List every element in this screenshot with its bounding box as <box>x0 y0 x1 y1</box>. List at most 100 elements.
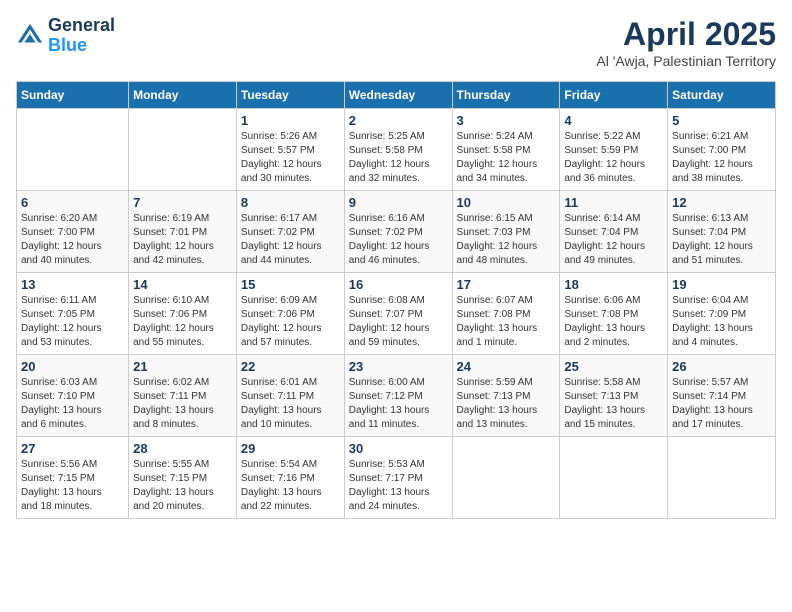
day-info: Sunrise: 6:00 AM Sunset: 7:12 PM Dayligh… <box>349 376 448 432</box>
day-number: 21 <box>133 359 232 374</box>
col-header-saturday: Saturday <box>668 82 776 109</box>
calendar-cell: 17Sunrise: 6:07 AM Sunset: 7:08 PM Dayli… <box>452 273 560 355</box>
day-info: Sunrise: 6:01 AM Sunset: 7:11 PM Dayligh… <box>241 376 340 432</box>
day-info: Sunrise: 5:58 AM Sunset: 7:13 PM Dayligh… <box>564 376 663 432</box>
day-number: 11 <box>564 195 663 210</box>
day-number: 27 <box>21 441 124 456</box>
calendar-cell: 1 Sunrise: 5:26 AM Sunset: 5:57 PM Daylig… <box>236 109 344 191</box>
col-header-friday: Friday <box>560 82 668 109</box>
day-info: Sunrise: 5:26 AM Sunset: 5:57 PM Dayligh… <box>241 130 340 186</box>
day-number: 19 <box>672 277 771 292</box>
calendar-cell: 8Sunrise: 6:17 AM Sunset: 7:02 PM Daylig… <box>236 191 344 273</box>
calendar-cell: 9 Sunrise: 6:16 AM Sunset: 7:02 PM Daylig… <box>344 191 452 273</box>
calendar-cell: 7Sunrise: 6:19 AM Sunset: 7:01 PM Daylig… <box>129 191 237 273</box>
calendar-cell <box>560 437 668 519</box>
day-info: Sunrise: 5:56 AM Sunset: 7:15 PM Dayligh… <box>21 458 124 514</box>
day-info: Sunrise: 5:59 AM Sunset: 7:13 PM Dayligh… <box>457 376 556 432</box>
day-number: 28 <box>133 441 232 456</box>
day-info: Sunrise: 6:02 AM Sunset: 7:11 PM Dayligh… <box>133 376 232 432</box>
calendar-cell: 25 Sunrise: 5:58 AM Sunset: 7:13 PM Dayli… <box>560 355 668 437</box>
sub-title: Al 'Awja, Palestinian Territory <box>596 53 776 69</box>
calendar-cell: 3 Sunrise: 5:24 AM Sunset: 5:58 PM Daylig… <box>452 109 560 191</box>
day-number: 4 <box>564 113 663 128</box>
col-header-wednesday: Wednesday <box>344 82 452 109</box>
day-info: Sunrise: 6:20 AM Sunset: 7:00 PM Dayligh… <box>21 212 124 268</box>
day-number: 2 <box>349 113 448 128</box>
day-number: 17 <box>457 277 556 292</box>
calendar-cell: 13 Sunrise: 6:11 AM Sunset: 7:05 PM Dayli… <box>17 273 129 355</box>
day-info: Sunrise: 5:25 AM Sunset: 5:58 PM Dayligh… <box>349 130 448 186</box>
day-info: Sunrise: 6:03 AM Sunset: 7:10 PM Dayligh… <box>21 376 124 432</box>
day-number: 6 <box>21 195 124 210</box>
day-info: Sunrise: 6:15 AM Sunset: 7:03 PM Dayligh… <box>457 212 556 268</box>
calendar-cell: 6 Sunrise: 6:20 AM Sunset: 7:00 PM Daylig… <box>17 191 129 273</box>
calendar-cell: 26Sunrise: 5:57 AM Sunset: 7:14 PM Dayli… <box>668 355 776 437</box>
day-number: 29 <box>241 441 340 456</box>
main-title: April 2025 <box>596 16 776 53</box>
day-number: 9 <box>349 195 448 210</box>
calendar-header-row: SundayMondayTuesdayWednesdayThursdayFrid… <box>17 82 776 109</box>
day-number: 24 <box>457 359 556 374</box>
calendar-cell: 28Sunrise: 5:55 AM Sunset: 7:15 PM Dayli… <box>129 437 237 519</box>
day-number: 30 <box>349 441 448 456</box>
col-header-tuesday: Tuesday <box>236 82 344 109</box>
day-info: Sunrise: 6:16 AM Sunset: 7:02 PM Dayligh… <box>349 212 448 268</box>
day-number: 15 <box>241 277 340 292</box>
calendar-cell: 19 Sunrise: 6:04 AM Sunset: 7:09 PM Dayli… <box>668 273 776 355</box>
day-number: 10 <box>457 195 556 210</box>
calendar-cell: 11 Sunrise: 6:14 AM Sunset: 7:04 PM Dayli… <box>560 191 668 273</box>
day-info: Sunrise: 6:17 AM Sunset: 7:02 PM Dayligh… <box>241 212 340 268</box>
calendar-cell: 29Sunrise: 5:54 AM Sunset: 7:16 PM Dayli… <box>236 437 344 519</box>
logo-icon <box>16 22 44 50</box>
calendar-week-3: 13 Sunrise: 6:11 AM Sunset: 7:05 PM Dayli… <box>17 273 776 355</box>
calendar-cell <box>668 437 776 519</box>
day-number: 3 <box>457 113 556 128</box>
calendar-cell: 21 Sunrise: 6:02 AM Sunset: 7:11 PM Dayli… <box>129 355 237 437</box>
calendar-cell <box>129 109 237 191</box>
day-number: 20 <box>21 359 124 374</box>
day-number: 23 <box>349 359 448 374</box>
calendar-cell: 24 Sunrise: 5:59 AM Sunset: 7:13 PM Dayli… <box>452 355 560 437</box>
day-number: 12 <box>672 195 771 210</box>
day-info: Sunrise: 6:14 AM Sunset: 7:04 PM Dayligh… <box>564 212 663 268</box>
logo: General Blue <box>16 16 115 56</box>
day-info: Sunrise: 6:06 AM Sunset: 7:08 PM Dayligh… <box>564 294 663 350</box>
col-header-sunday: Sunday <box>17 82 129 109</box>
day-info: Sunrise: 6:11 AM Sunset: 7:05 PM Dayligh… <box>21 294 124 350</box>
day-number: 5 <box>672 113 771 128</box>
calendar-body: 1 Sunrise: 5:26 AM Sunset: 5:57 PM Daylig… <box>17 109 776 519</box>
calendar-cell: 16 Sunrise: 6:08 AM Sunset: 7:07 PM Dayli… <box>344 273 452 355</box>
logo-text: General Blue <box>48 16 115 56</box>
day-info: Sunrise: 5:24 AM Sunset: 5:58 PM Dayligh… <box>457 130 556 186</box>
day-number: 1 <box>241 113 340 128</box>
calendar-week-5: 27 Sunrise: 5:56 AM Sunset: 7:15 PM Dayli… <box>17 437 776 519</box>
day-info: Sunrise: 6:13 AM Sunset: 7:04 PM Dayligh… <box>672 212 771 268</box>
day-number: 22 <box>241 359 340 374</box>
day-info: Sunrise: 5:57 AM Sunset: 7:14 PM Dayligh… <box>672 376 771 432</box>
day-number: 7 <box>133 195 232 210</box>
day-info: Sunrise: 6:04 AM Sunset: 7:09 PM Dayligh… <box>672 294 771 350</box>
calendar-week-4: 20 Sunrise: 6:03 AM Sunset: 7:10 PM Dayli… <box>17 355 776 437</box>
calendar-week-1: 1 Sunrise: 5:26 AM Sunset: 5:57 PM Daylig… <box>17 109 776 191</box>
calendar-cell <box>17 109 129 191</box>
calendar-cell: 5Sunrise: 6:21 AM Sunset: 7:00 PM Daylig… <box>668 109 776 191</box>
day-info: Sunrise: 6:08 AM Sunset: 7:07 PM Dayligh… <box>349 294 448 350</box>
calendar-cell: 14Sunrise: 6:10 AM Sunset: 7:06 PM Dayli… <box>129 273 237 355</box>
calendar-cell: 23 Sunrise: 6:00 AM Sunset: 7:12 PM Dayli… <box>344 355 452 437</box>
day-number: 13 <box>21 277 124 292</box>
title-area: April 2025 Al 'Awja, Palestinian Territo… <box>596 16 776 69</box>
day-info: Sunrise: 6:09 AM Sunset: 7:06 PM Dayligh… <box>241 294 340 350</box>
calendar-cell: 12 Sunrise: 6:13 AM Sunset: 7:04 PM Dayli… <box>668 191 776 273</box>
calendar-week-2: 6 Sunrise: 6:20 AM Sunset: 7:00 PM Daylig… <box>17 191 776 273</box>
day-info: Sunrise: 5:22 AM Sunset: 5:59 PM Dayligh… <box>564 130 663 186</box>
day-number: 25 <box>564 359 663 374</box>
calendar-cell <box>452 437 560 519</box>
day-number: 16 <box>349 277 448 292</box>
day-number: 14 <box>133 277 232 292</box>
day-number: 18 <box>564 277 663 292</box>
calendar-cell: 4 Sunrise: 5:22 AM Sunset: 5:59 PM Daylig… <box>560 109 668 191</box>
calendar-cell: 10 Sunrise: 6:15 AM Sunset: 7:03 PM Dayli… <box>452 191 560 273</box>
col-header-thursday: Thursday <box>452 82 560 109</box>
calendar-cell: 30Sunrise: 5:53 AM Sunset: 7:17 PM Dayli… <box>344 437 452 519</box>
calendar-cell: 20 Sunrise: 6:03 AM Sunset: 7:10 PM Dayli… <box>17 355 129 437</box>
